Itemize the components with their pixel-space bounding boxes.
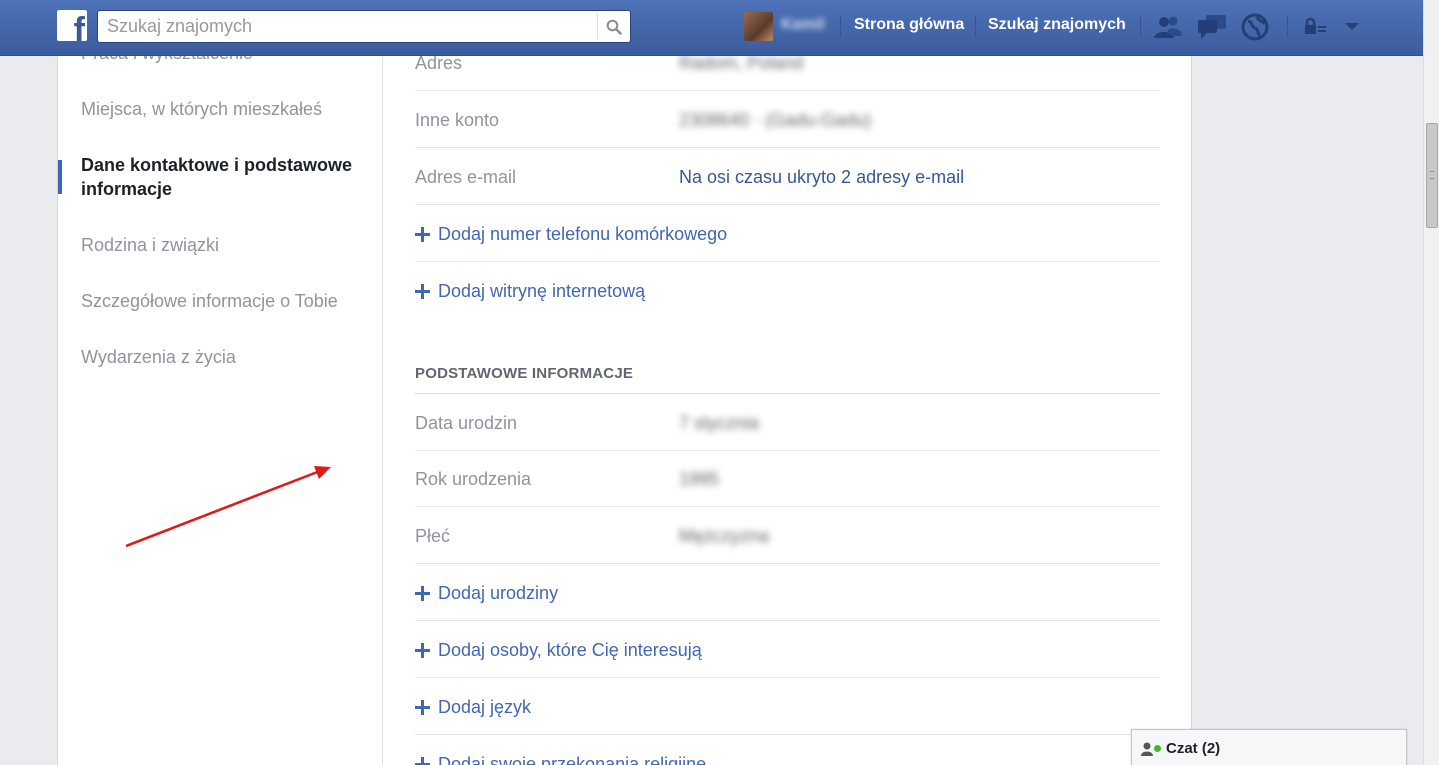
add-website-row[interactable]: Dodaj witrynę internetową: [415, 262, 1160, 319]
friend-requests-icon[interactable]: [1153, 13, 1183, 41]
sidebar-item-family-relationships[interactable]: Rodzina i związki: [81, 233, 376, 257]
gender-label: Płeć: [415, 526, 451, 546]
plus-icon: [415, 284, 430, 299]
birthday-label: Data urodzin: [415, 413, 518, 433]
add-language-link[interactable]: Dodaj język: [438, 695, 531, 719]
other-account-value: 2308640 · (Gadu-Gadu): [679, 110, 872, 130]
page-scrollbar[interactable]: [1423, 0, 1439, 765]
gender-row: Płeć Mężczyzna: [415, 507, 1160, 564]
nav-divider: [975, 16, 976, 38]
find-friends-link[interactable]: Szukaj znajomych: [988, 16, 1126, 34]
chat-tab[interactable]: Czat (2): [1131, 729, 1407, 765]
email-row: Adres e-mail Na osi czasu ukryto 2 adres…: [415, 148, 1160, 205]
add-interested-in-row[interactable]: Dodaj osoby, które Cię interesują: [415, 621, 1160, 678]
add-birthday-link[interactable]: Dodaj urodziny: [438, 581, 558, 605]
chat-person-icon: [1141, 742, 1153, 756]
nav-divider: [1287, 16, 1288, 38]
add-religion-link[interactable]: Dodaj swoje przekonania religijne: [438, 752, 706, 765]
search-icon: [606, 19, 622, 35]
home-link[interactable]: Strona główna: [854, 16, 964, 34]
sidebar-item-contact-basic-info[interactable]: Dane kontaktowe i podstawowe informacje: [81, 153, 376, 201]
add-language-row[interactable]: Dodaj język: [415, 678, 1160, 735]
add-mobile-link[interactable]: Dodaj numer telefonu komórkowego: [438, 222, 727, 246]
birth-year-value: 1995: [679, 469, 720, 489]
birth-year-row: Rok urodzenia 1995: [415, 450, 1160, 507]
privacy-lock-icon[interactable]: [1300, 13, 1330, 41]
plus-icon: [415, 643, 430, 658]
about-card: Praca i wykształcenie Miejsca, w których…: [57, 43, 1192, 765]
birthday-row: Data urodzin 7 stycznia: [415, 394, 1160, 451]
sidebar-item-places-lived[interactable]: Miejsca, w których mieszkałeś: [81, 97, 376, 121]
avatar[interactable]: [744, 12, 773, 41]
search-button[interactable]: [597, 14, 630, 39]
plus-icon: [415, 757, 430, 765]
plus-icon: [415, 700, 430, 715]
add-website-link[interactable]: Dodaj witrynę internetową: [438, 279, 645, 303]
gender-value: Mężczyzna: [679, 526, 770, 546]
add-religion-row[interactable]: Dodaj swoje przekonania religijne: [415, 735, 1160, 765]
nav-divider: [840, 16, 841, 38]
search-input[interactable]: [98, 11, 598, 42]
add-mobile-row[interactable]: Dodaj numer telefonu komórkowego: [415, 205, 1160, 262]
messages-icon[interactable]: [1197, 13, 1227, 41]
profile-name-link[interactable]: Kamil: [781, 16, 825, 34]
sidebar-item-details-about-you[interactable]: Szczegółowe informacje o Tobie: [81, 289, 376, 313]
plus-icon: [415, 586, 430, 601]
add-interested-in-link[interactable]: Dodaj osoby, które Cię interesują: [438, 638, 702, 662]
basic-info-heading: PODSTAWOWE INFORMACJE: [415, 365, 1160, 394]
other-account-label: Inne konto: [415, 110, 500, 130]
email-hidden-link[interactable]: Na osi czasu ukryto 2 adresy e-mail: [679, 165, 964, 189]
other-account-row: Inne konto 2308640 · (Gadu-Gadu): [415, 91, 1160, 148]
top-bar: f Kamil Strona główna Szukaj znajomych: [0, 0, 1423, 56]
notifications-globe-icon[interactable]: [1240, 13, 1270, 41]
email-label: Adres e-mail: [415, 167, 517, 187]
sidebar-item-life-events[interactable]: Wydarzenia z życia: [81, 345, 376, 369]
birthday-value: 7 stycznia: [679, 413, 760, 433]
plus-icon: [415, 227, 430, 242]
chevron-down-icon[interactable]: [1337, 13, 1367, 41]
about-sidebar: Praca i wykształcenie Miejsca, w których…: [58, 43, 383, 765]
chat-label: Czat (2): [1166, 740, 1221, 757]
sidebar-active-indicator: [58, 160, 62, 194]
add-birthday-row[interactable]: Dodaj urodziny: [415, 564, 1160, 621]
annotation-arrow: [125, 466, 331, 548]
scrollbar-thumb[interactable]: [1426, 123, 1438, 228]
birth-year-label: Rok urodzenia: [415, 469, 532, 489]
facebook-logo-icon[interactable]: f: [57, 10, 87, 41]
online-status-dot: [1154, 745, 1161, 752]
search-box: [97, 10, 631, 43]
nav-divider: [1140, 16, 1141, 38]
